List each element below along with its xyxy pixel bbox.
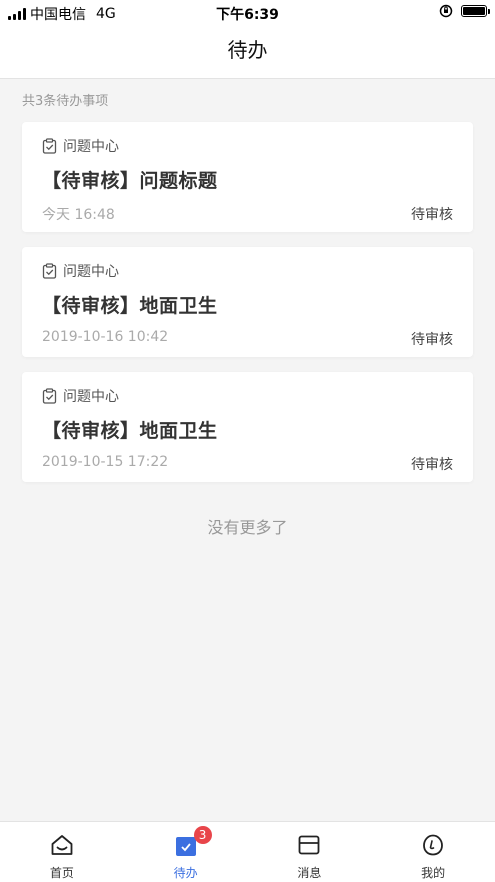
orientation-lock-icon bbox=[439, 4, 453, 18]
todo-count-label: 共3条待办事项 bbox=[22, 94, 109, 109]
tab-bar: 首页 3 待办 消息 我的 bbox=[0, 821, 495, 882]
card-category: 问题中心 bbox=[42, 386, 119, 406]
card-category: 问题中心 bbox=[42, 136, 119, 156]
battery-icon bbox=[461, 5, 490, 17]
page-title: 待办 bbox=[227, 38, 268, 62]
card-category-label: 问题中心 bbox=[63, 264, 119, 280]
status-time: 下午6:39 bbox=[216, 7, 279, 23]
clipboard-check-icon bbox=[42, 388, 57, 404]
tab-messages[interactable]: 消息 bbox=[248, 822, 372, 882]
message-icon bbox=[298, 835, 320, 855]
tab-profile[interactable]: 我的 bbox=[371, 822, 495, 882]
card-status: 待审核 bbox=[411, 457, 453, 473]
card-title: 【待审核】地面卫生 bbox=[42, 295, 218, 317]
tab-home-label: 首页 bbox=[49, 866, 74, 880]
nav-bar: 待办 bbox=[0, 26, 495, 79]
card-category: 问题中心 bbox=[42, 261, 119, 281]
tab-home[interactable]: 首页 bbox=[0, 822, 124, 882]
clipboard-check-icon bbox=[42, 263, 57, 279]
tab-profile-label: 我的 bbox=[421, 866, 446, 880]
tab-todo[interactable]: 3 待办 bbox=[124, 822, 248, 882]
no-more-text: 没有更多了 bbox=[207, 518, 288, 537]
card-time: 今天 16:48 bbox=[42, 207, 115, 223]
home-icon bbox=[51, 835, 73, 855]
todo-badge: 3 bbox=[193, 826, 212, 844]
todo-card[interactable]: 问题中心 【待审核】地面卫生 2019-10-16 10:42 待审核 bbox=[22, 247, 473, 357]
card-time: 2019-10-16 10:42 bbox=[42, 329, 169, 345]
card-category-label: 问题中心 bbox=[63, 139, 119, 155]
clipboard-check-icon bbox=[42, 138, 57, 154]
card-title: 【待审核】地面卫生 bbox=[42, 420, 218, 442]
tab-todo-label: 待办 bbox=[173, 866, 198, 880]
card-title: 【待审核】问题标题 bbox=[42, 170, 218, 192]
todo-card[interactable]: 问题中心 【待审核】地面卫生 2019-10-15 17:22 待审核 bbox=[22, 372, 473, 482]
card-time: 2019-10-15 17:22 bbox=[42, 454, 169, 470]
card-status: 待审核 bbox=[411, 332, 453, 348]
todo-card[interactable]: 问题中心 【待审核】问题标题 今天 16:48 待审核 bbox=[22, 122, 473, 232]
card-category-label: 问题中心 bbox=[63, 389, 119, 405]
profile-icon bbox=[423, 834, 444, 856]
tab-messages-label: 消息 bbox=[297, 866, 322, 880]
status-bar: 中国电信 4G 下午6:39 bbox=[0, 0, 495, 26]
card-status: 待审核 bbox=[411, 207, 453, 223]
status-bar-right bbox=[439, 4, 490, 18]
